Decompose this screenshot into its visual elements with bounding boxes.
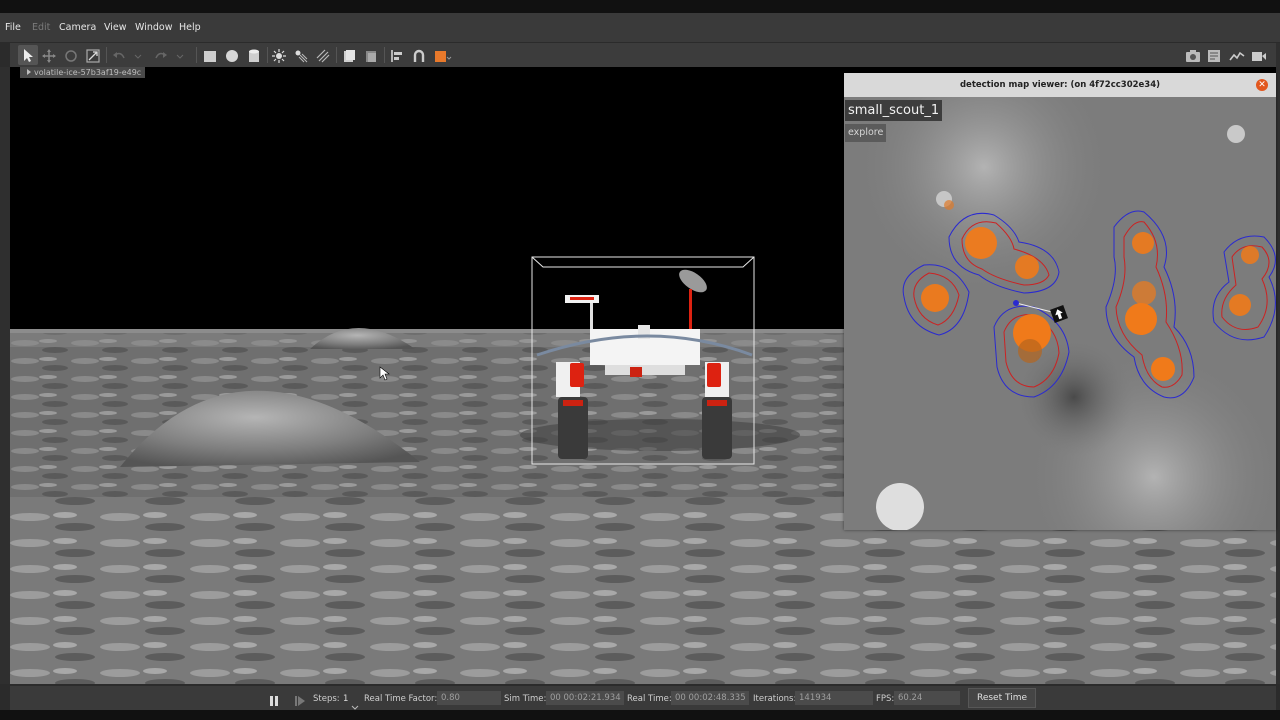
left-panel-collapsed[interactable] — [0, 67, 10, 684]
detection-map-viewer-window[interactable]: detection map viewer: (on 4f72cc302e34) … — [844, 73, 1276, 530]
menu-bar: File Edit Camera View Window Help — [0, 13, 1280, 42]
iterations-label: Iterations: — [753, 694, 797, 704]
video-icon[interactable] — [1251, 48, 1267, 62]
steps-value[interactable]: 1 — [343, 694, 348, 704]
redo-icon[interactable] — [154, 48, 168, 62]
sphere-shape-icon[interactable] — [225, 48, 239, 62]
toolbar-separator — [267, 47, 268, 63]
toolbar-separator — [336, 47, 337, 63]
paste-icon[interactable] — [364, 48, 378, 62]
map-viewer-title: detection map viewer: (on 4f72cc302e34) — [844, 73, 1276, 97]
menu-view[interactable]: View — [104, 22, 127, 33]
reset-time-button[interactable]: Reset Time — [968, 688, 1036, 708]
robot-name-label: small_scout_1 — [845, 100, 943, 121]
real-time-value: 00 00:02:48.335 — [671, 691, 749, 705]
directional-light-icon[interactable] — [316, 48, 330, 63]
menu-file[interactable]: File — [5, 22, 21, 33]
iterations-value: 141934 — [795, 691, 873, 705]
align-icon[interactable] — [390, 48, 404, 62]
real-time-label: Real Time: — [627, 694, 672, 704]
pause-icon[interactable] — [268, 692, 280, 706]
rtf-value: 0.80 — [437, 691, 501, 705]
scale-icon[interactable] — [86, 48, 100, 63]
spot-light-icon[interactable] — [294, 48, 308, 63]
toolbar-separator — [384, 47, 385, 63]
robot-state-label: explore — [845, 124, 887, 142]
rotate-icon[interactable] — [64, 48, 78, 62]
point-light-icon[interactable] — [272, 48, 286, 63]
cylinder-shape-icon[interactable] — [247, 48, 261, 62]
status-bar: Steps: 1 Real Time Factor: 0.80 Sim Time… — [10, 686, 1276, 710]
close-icon[interactable]: ✕ — [1256, 79, 1268, 91]
log-icon[interactable] — [1207, 48, 1221, 62]
steps-dropdown-icon[interactable] — [351, 695, 359, 710]
right-panel-collapsed[interactable] — [1276, 43, 1280, 684]
fps-value: 60.24 — [894, 691, 960, 705]
redo-history-icon[interactable] — [176, 48, 184, 62]
snap-icon[interactable] — [412, 48, 426, 62]
sim-time-label: Sim Time: — [504, 694, 547, 704]
toolbar — [10, 43, 1276, 68]
fps-label: FPS: — [876, 694, 895, 704]
detection-map-render — [844, 97, 1276, 530]
copy-icon[interactable] — [342, 48, 356, 62]
undo-history-icon[interactable] — [134, 48, 142, 62]
toolbar-separator — [106, 47, 107, 63]
window-top-edge — [0, 0, 1280, 13]
menu-window[interactable]: Window — [135, 22, 172, 33]
undo-icon[interactable] — [112, 48, 126, 62]
selected-model-label[interactable]: volatile-ice-57b3af19-e49c — [20, 67, 146, 78]
menu-help[interactable]: Help — [179, 22, 201, 33]
window-bottom-edge — [0, 710, 1280, 720]
rtf-label: Real Time Factor: — [364, 694, 438, 704]
detection-map-canvas[interactable]: small_scout_1 explore — [844, 97, 1276, 530]
translate-icon[interactable] — [42, 48, 56, 63]
view-angle-icon[interactable] — [434, 48, 452, 62]
plot-icon[interactable] — [1229, 48, 1245, 62]
menu-edit: Edit — [32, 22, 51, 33]
expand-arrow-icon[interactable] — [27, 69, 31, 75]
steps-label: Steps: — [313, 694, 340, 704]
sim-time-value: 00 00:02:21.934 — [546, 691, 624, 705]
box-shape-icon[interactable] — [203, 48, 217, 62]
toolbar-separator — [196, 47, 197, 63]
menu-camera[interactable]: Camera — [59, 22, 96, 33]
step-icon[interactable] — [294, 692, 306, 706]
screenshot-icon[interactable] — [1185, 48, 1201, 62]
selected-model-name: volatile-ice-57b3af19-e49c — [34, 68, 142, 77]
select-arrow-icon[interactable] — [18, 45, 38, 65]
